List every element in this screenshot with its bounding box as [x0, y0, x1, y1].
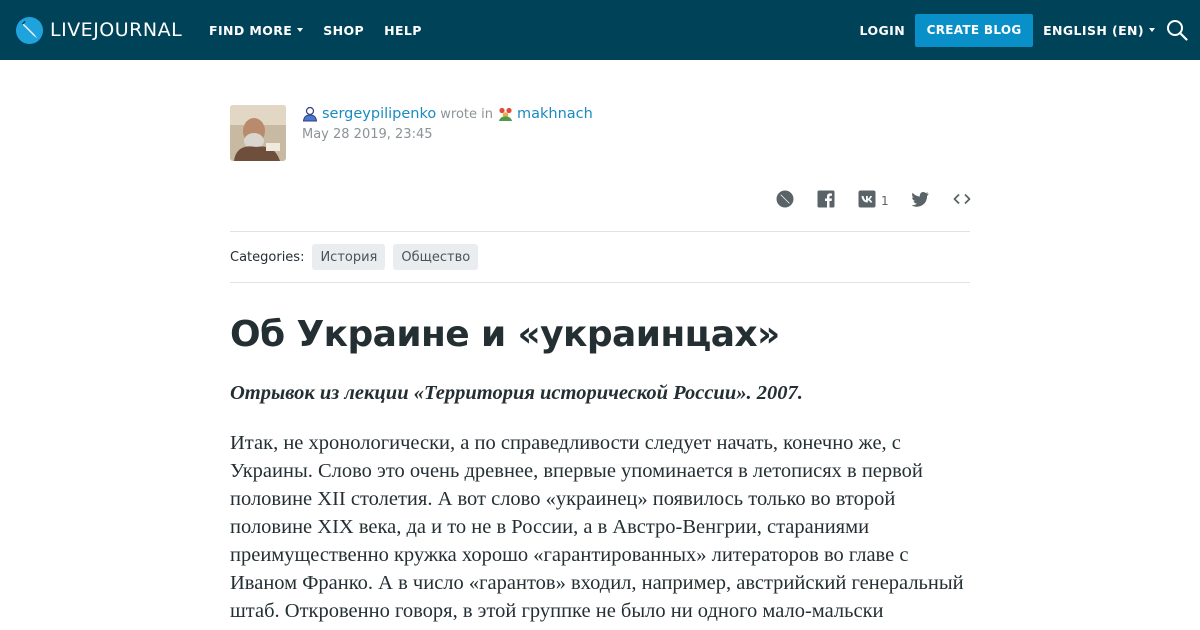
livejournal-logo[interactable]: LIVEJOURNAL	[15, 15, 182, 45]
livejournal-icon[interactable]	[775, 189, 795, 209]
account-nav: LOGIN CREATE BLOG ENGLISH (EN)	[860, 0, 1200, 60]
login-link[interactable]: LOGIN	[860, 23, 906, 38]
category-tag[interactable]: Общество	[393, 244, 479, 270]
embed-icon[interactable]	[952, 189, 972, 209]
divider	[230, 282, 970, 283]
categories-label: Categories:	[230, 249, 305, 265]
nav-find-more[interactable]: FIND MORE	[209, 22, 304, 38]
chevron-down-icon	[1149, 28, 1155, 32]
community-link[interactable]: makhnach	[517, 106, 593, 122]
share-bar: 1	[770, 189, 972, 211]
language-selector[interactable]: ENGLISH (EN)	[1043, 23, 1155, 38]
vk-icon[interactable]	[857, 189, 877, 209]
nav-find-more-label: FIND MORE	[209, 22, 293, 38]
chevron-down-icon	[297, 28, 304, 32]
nav-shop-label: SHOP	[323, 22, 365, 38]
avatar-image	[230, 105, 286, 161]
vk-share-count: 1	[881, 194, 889, 208]
author-avatar[interactable]	[230, 105, 286, 161]
facebook-icon[interactable]	[816, 189, 836, 209]
nav-shop[interactable]: SHOP	[323, 23, 364, 38]
post-title: Об Украине и «украинцах»	[230, 314, 780, 355]
logo-text: LIVEJOURNAL	[50, 19, 183, 41]
community-icon	[498, 107, 512, 121]
divider	[230, 231, 970, 232]
search-icon[interactable]	[1166, 19, 1188, 41]
categories: Categories: История Общество	[230, 244, 486, 270]
language-label: ENGLISH (EN)	[1043, 22, 1144, 38]
nav-help-label: HELP	[384, 22, 422, 38]
user-icon	[302, 106, 318, 122]
wrote-in-text: wrote in	[440, 106, 493, 122]
post-subtitle: Отрывок из лекции «Территория историческ…	[230, 382, 803, 404]
author-line: sergeypilipenko wrote in makhnach	[302, 104, 593, 124]
livejournal-logo-icon	[15, 16, 44, 44]
create-blog-button[interactable]: CREATE BLOG	[915, 13, 1034, 47]
main-nav: FIND MORE SHOP HELP	[209, 0, 442, 60]
category-tag[interactable]: История	[312, 244, 386, 270]
top-navigation-bar: LIVEJOURNAL FIND MORE SHOP HELP LOGIN CR…	[0, 0, 1200, 60]
twitter-icon[interactable]	[910, 189, 930, 209]
post-body: Итак, не хронологически, а по справедлив…	[230, 432, 964, 630]
nav-help[interactable]: HELP	[384, 23, 422, 38]
author-link[interactable]: sergeypilipenko	[322, 106, 436, 122]
post-date: May 28 2019, 23:45	[302, 127, 433, 142]
